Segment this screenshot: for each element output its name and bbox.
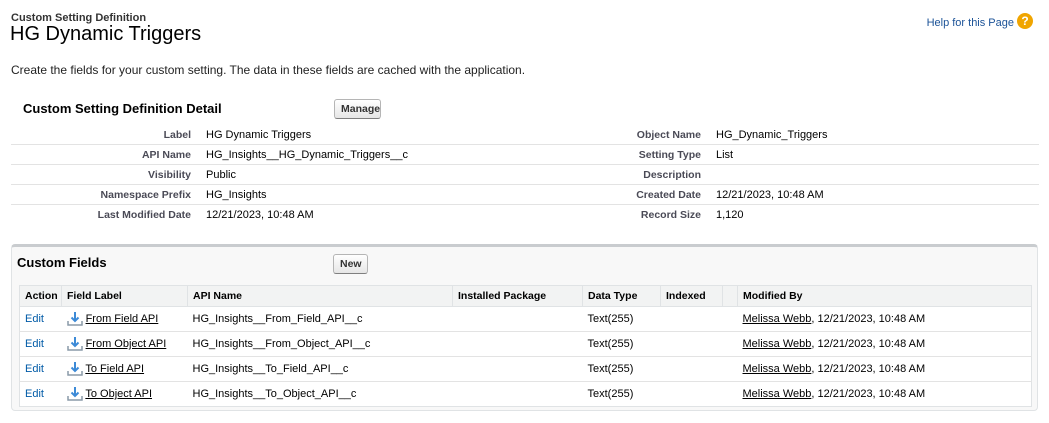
detail-label: Created Date [606,184,701,205]
indexed-cell [661,382,723,407]
column-header[interactable]: Installed Package [452,285,583,307]
detail-row: Visibility Public Description [11,164,1039,185]
manage-button[interactable]: Manage [334,99,381,119]
edit-link[interactable]: Edit [25,338,44,350]
edit-link[interactable]: Edit [25,388,44,400]
detail-value: HG_Dynamic_Triggers [716,125,1039,145]
api-name-cell: HG_Insights__From_Field_API__c [187,306,453,332]
help-icon[interactable]: ? [1017,13,1033,29]
column-header[interactable]: Action [19,285,62,307]
modified-date: , 12/21/2023, 10:48 AM [811,388,926,400]
api-name-cell: HG_Insights__From_Object_API__c [187,331,453,357]
table-row: Edit To Field API HG_Insights__To_Field_… [19,356,1032,382]
detail-value: 1,120 [716,208,744,221]
edit-link[interactable]: Edit [25,313,44,325]
edit-link[interactable]: Edit [25,363,44,375]
help-link[interactable]: Help for this Page [927,17,1014,29]
api-name-cell: HG_Insights__To_Object_API__c [192,388,357,400]
detail-label: Setting Type [606,144,701,165]
data-type-cell: Text(255) [582,306,661,332]
detail-label: API Name [11,144,191,165]
modified-by-user-link[interactable]: Melissa Webb [743,388,812,400]
column-header[interactable]: Field Label [61,285,188,307]
detail-value: HG_Insights [206,184,606,205]
detail-label: Description [606,164,701,185]
indexed-cell [660,306,723,332]
table-row: Edit From Object API HG_Insights__From_O… [19,331,1032,357]
modified-by-user-link[interactable]: Melissa Webb [743,313,812,325]
detail-label: Object Name [606,125,701,145]
download-tray-icon [66,336,83,352]
data-type-cell: Text(255) [582,356,661,382]
detail-value: 12/21/2023, 10:48 AM [716,184,1039,205]
detail-row: Label HG Dynamic Triggers Object Name HG… [11,125,1039,145]
download-tray-icon [66,386,83,402]
detail-label: Record Size [640,208,701,221]
modified-by-user-link[interactable]: Melissa Webb [743,363,812,375]
detail-label: Visibility [11,164,191,185]
download-tray-icon [66,361,83,377]
field-label-link[interactable]: To Field API [85,363,144,375]
detail-row: Namespace Prefix HG_Insights Created Dat… [11,184,1039,205]
table-header-row: Action Field Label API Name Installed Pa… [19,285,1032,307]
indexed-cell [660,356,723,382]
detail-row: API Name HG_Insights__HG_Dynamic_Trigger… [11,144,1039,165]
detail-row: Last Modified Date 12/21/2023, 10:48 AM … [11,205,1039,225]
detail-value: HG Dynamic Triggers [206,125,606,145]
modified-date: , 12/21/2023, 10:48 AM [811,338,926,350]
field-label-link[interactable]: From Field API [86,313,159,325]
detail-value: 12/21/2023, 10:48 AM [206,208,314,221]
new-field-button[interactable]: New [333,254,368,274]
data-type-cell: Text(255) [582,331,661,357]
package-cell [452,306,583,332]
page-title: HG Dynamic Triggers [10,23,202,45]
detail-table: Label HG Dynamic Triggers Object Name HG… [11,125,1039,224]
package-cell [452,331,583,357]
indexed-cell [660,331,723,357]
modified-by-user-link[interactable]: Melissa Webb [743,338,812,350]
detail-label: Namespace Prefix [11,184,191,205]
download-tray-icon [66,311,83,327]
field-label-link[interactable]: To Object API [85,388,152,400]
column-header[interactable]: Data Type [582,285,661,307]
package-cell [453,382,583,407]
detail-section-title: Custom Setting Definition Detail [23,101,222,116]
data-type-cell: Text(255) [587,388,634,400]
detail-value: List [716,144,1039,165]
table-row: Edit To Object API HG_Insights__To_Objec… [20,382,1032,407]
column-header[interactable]: API Name [187,285,453,307]
package-cell [452,356,583,382]
api-name-cell: HG_Insights__To_Field_API__c [187,356,453,382]
detail-label: Last Modified Date [97,208,191,221]
table-row: Edit From Field API HG_Insights__From_Fi… [19,306,1032,332]
detail-value: HG_Insights__HG_Dynamic_Triggers__c [206,144,606,165]
modified-date: , 12/21/2023, 10:48 AM [811,363,926,375]
detail-value: Public [206,164,606,185]
detail-value [716,164,1039,185]
column-header[interactable]: Modified By [737,285,1032,307]
custom-fields-title: Custom Fields [17,255,107,270]
page-description: Create the fields for your custom settin… [11,63,526,77]
custom-fields-table: Action Field Label API Name Installed Pa… [19,285,1032,407]
modified-date: , 12/21/2023, 10:48 AM [811,313,926,325]
column-header[interactable]: Indexed [660,285,723,307]
column-header [722,285,738,307]
field-label-link[interactable]: From Object API [86,338,167,350]
detail-label: Label [11,125,191,145]
